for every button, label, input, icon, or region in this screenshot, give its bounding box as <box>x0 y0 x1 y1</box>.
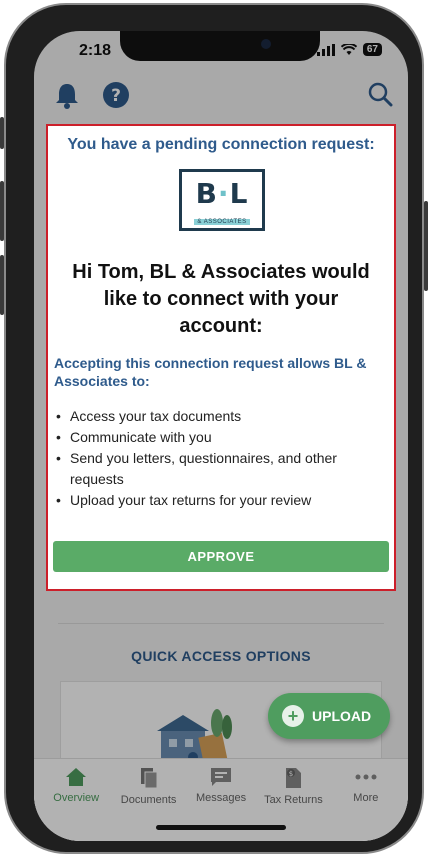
upload-label: UPLOAD <box>312 708 372 724</box>
modal-heading: Hi Tom, BL & Associates would like to co… <box>72 261 370 337</box>
plus-icon: + <box>282 705 304 727</box>
phone-frame: 2:18 67 ? QUICK ACCESS OPTIONS Overview … <box>0 3 428 854</box>
list-item: Send you letters, questionnaires, and ot… <box>54 448 382 490</box>
logo-subtitle: & ASSOCIATES <box>194 219 250 225</box>
list-item: Upload your tax returns for your review <box>54 490 382 511</box>
power-button <box>424 201 428 291</box>
volume-down-button <box>0 255 4 315</box>
upload-button[interactable]: + UPLOAD <box>268 693 390 739</box>
screen: 2:18 67 ? QUICK ACCESS OPTIONS Overview … <box>34 31 408 841</box>
permissions-list: Access your tax documents Communicate wi… <box>54 406 382 511</box>
approve-button[interactable]: APPROVE <box>53 541 389 572</box>
permissions-intro: Accepting this connection request allows… <box>54 355 367 389</box>
logo-letters: B·L <box>195 177 249 210</box>
modal-title: You have a pending connection request: <box>67 136 375 153</box>
list-item: Communicate with you <box>54 427 382 448</box>
connection-request-modal: You have a pending connection request: B… <box>46 124 396 591</box>
volume-up-button <box>0 181 4 241</box>
home-indicator[interactable] <box>156 825 286 830</box>
firm-logo: B·L & ASSOCIATES <box>179 169 265 231</box>
list-item: Access your tax documents <box>54 406 382 427</box>
mute-switch <box>0 117 4 149</box>
